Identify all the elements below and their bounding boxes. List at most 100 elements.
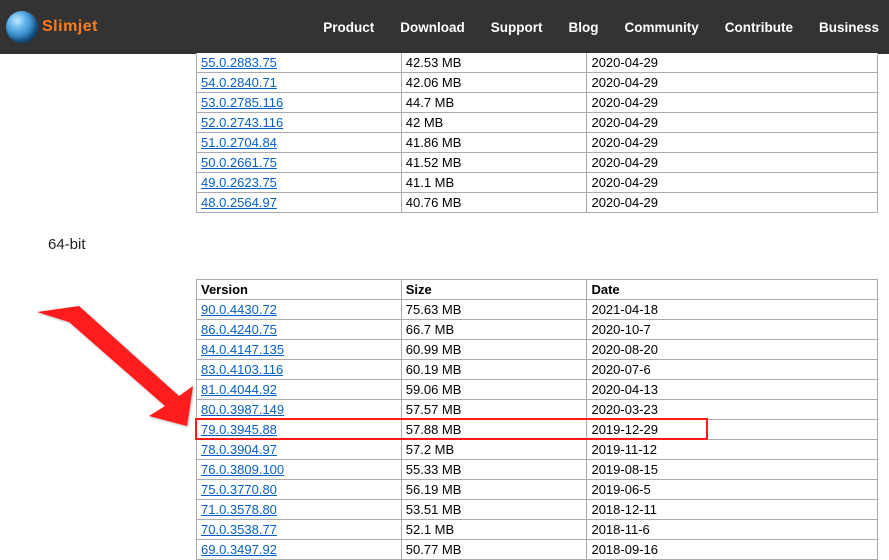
table-row: 54.0.2840.7142.06 MB2020-04-29: [197, 73, 878, 93]
nav-community[interactable]: Community: [624, 20, 698, 35]
cell-size: 57.57 MB: [401, 400, 587, 420]
table-row: 84.0.4147.135 60.99 MB2020-08-20: [197, 340, 878, 360]
cell-size: 55.33 MB: [401, 460, 587, 480]
cell-version: 78.0.3904.97: [197, 440, 402, 460]
table-row: 53.0.2785.116 44.7 MB2020-04-29: [197, 93, 878, 113]
version-link[interactable]: 80.0.3987.149: [201, 402, 284, 417]
cell-version: 50.0.2661.75: [197, 153, 402, 173]
table-row: 69.0.3497.9250.77 MB2018-09-16: [197, 540, 878, 560]
table-row: 76.0.3809.10055.33 MB2019-08-15: [197, 460, 878, 480]
site-header: Slimjet Product Download Support Blog Co…: [0, 0, 889, 54]
cell-date: 2020-03-23: [587, 400, 878, 420]
cell-size: 42.06 MB: [401, 73, 587, 93]
cell-size: 75.63 MB: [401, 300, 587, 320]
cell-size: 66.7 MB: [401, 320, 587, 340]
version-link[interactable]: 48.0.2564.97: [201, 195, 277, 210]
cell-version: 54.0.2840.71: [197, 73, 402, 93]
arrow-icon: [29, 304, 199, 434]
table-row: 81.0.4044.92 59.06 MB2020-04-13: [197, 380, 878, 400]
brand-name: Slimjet: [42, 18, 98, 36]
version-link[interactable]: 52.0.2743.116: [201, 115, 283, 130]
cell-version: 55.0.2883.75: [197, 53, 402, 73]
cell-version: 86.0.4240.75: [197, 320, 402, 340]
cell-size: 57.2 MB: [401, 440, 587, 460]
cell-date: 2018-12-11: [587, 500, 878, 520]
cell-size: 57.88 MB: [401, 420, 587, 440]
version-link[interactable]: 55.0.2883.75: [201, 55, 277, 70]
table-row: 49.0.2623.7541.1 MB2020-04-29: [197, 173, 878, 193]
col-version: Version: [197, 280, 402, 300]
cell-size: 40.76 MB: [401, 193, 587, 213]
cell-date: 2020-04-29: [587, 53, 878, 73]
version-link[interactable]: 53.0.2785.116: [201, 95, 283, 110]
cell-version: 70.0.3538.77: [197, 520, 402, 540]
version-link[interactable]: 90.0.4430.72: [201, 302, 277, 317]
cell-size: 41.86 MB: [401, 133, 587, 153]
cell-date: 2019-12-29: [587, 420, 878, 440]
cell-date: 2020-04-29: [587, 133, 878, 153]
table-row: 79.0.3945.88 57.88 MB2019-12-29: [197, 420, 878, 440]
cell-size: 50.77 MB: [401, 540, 587, 560]
cell-date: 2020-04-29: [587, 153, 878, 173]
downloads-table-64bit: Version Size Date 90.0.4430.7275.63 MB20…: [196, 279, 878, 560]
cell-date: 2019-11-12: [587, 440, 878, 460]
cell-version: 51.0.2704.84: [197, 133, 402, 153]
version-link[interactable]: 75.0.3770.80: [201, 482, 277, 497]
nav-blog[interactable]: Blog: [568, 20, 598, 35]
cell-date: 2020-04-29: [587, 173, 878, 193]
version-link[interactable]: 84.0.4147.135: [201, 342, 284, 357]
cell-date: 2021-04-18: [587, 300, 878, 320]
version-link[interactable]: 79.0.3945.88: [201, 422, 277, 437]
cell-size: 41.52 MB: [401, 153, 587, 173]
cell-date: 2020-07-6: [587, 360, 878, 380]
section-heading-64bit: 64-bit: [48, 236, 86, 253]
cell-date: 2020-04-29: [587, 113, 878, 133]
version-link[interactable]: 69.0.3497.92: [201, 542, 277, 557]
cell-size: 59.06 MB: [401, 380, 587, 400]
cell-size: 44.7 MB: [401, 93, 587, 113]
cell-version: 48.0.2564.97: [197, 193, 402, 213]
cell-version: 53.0.2785.116: [197, 93, 402, 113]
cell-version: 49.0.2623.75: [197, 173, 402, 193]
version-link[interactable]: 54.0.2840.71: [201, 75, 277, 90]
table-row: 80.0.3987.149 57.57 MB2020-03-23: [197, 400, 878, 420]
version-link[interactable]: 81.0.4044.92: [201, 382, 277, 397]
table-row: 70.0.3538.7752.1 MB2018-11-6: [197, 520, 878, 540]
version-link[interactable]: 70.0.3538.77: [201, 522, 277, 537]
cell-version: 69.0.3497.92: [197, 540, 402, 560]
content-area: 55.0.2883.7542.53 MB2020-04-2954.0.2840.…: [0, 53, 889, 560]
cell-date: 2020-04-29: [587, 93, 878, 113]
downloads-table-32bit: 55.0.2883.7542.53 MB2020-04-2954.0.2840.…: [196, 53, 878, 213]
version-link[interactable]: 86.0.4240.75: [201, 322, 277, 337]
cell-size: 53.51 MB: [401, 500, 587, 520]
table-row: 52.0.2743.11642 MB2020-04-29: [197, 113, 878, 133]
version-link[interactable]: 78.0.3904.97: [201, 442, 277, 457]
version-link[interactable]: 51.0.2704.84: [201, 135, 277, 150]
version-link[interactable]: 83.0.4103.116: [201, 362, 283, 377]
nav-contribute[interactable]: Contribute: [725, 20, 793, 35]
table-row: 51.0.2704.84 41.86 MB2020-04-29: [197, 133, 878, 153]
cell-version: 75.0.3770.80: [197, 480, 402, 500]
version-link[interactable]: 49.0.2623.75: [201, 175, 277, 190]
nav-product[interactable]: Product: [323, 20, 374, 35]
cell-date: 2020-08-20: [587, 340, 878, 360]
table-row: 86.0.4240.7566.7 MB2020-10-7: [197, 320, 878, 340]
cell-version: 83.0.4103.116: [197, 360, 402, 380]
cell-size: 60.99 MB: [401, 340, 587, 360]
nav-download[interactable]: Download: [400, 20, 465, 35]
globe-icon: [6, 11, 38, 43]
top-nav: Product Download Support Blog Community …: [323, 20, 879, 35]
nav-support[interactable]: Support: [491, 20, 543, 35]
cell-date: 2020-04-13: [587, 380, 878, 400]
table-row: 71.0.3578.80 53.51 MB2018-12-11: [197, 500, 878, 520]
version-link[interactable]: 50.0.2661.75: [201, 155, 277, 170]
brand-logo[interactable]: Slimjet: [6, 11, 98, 43]
table-row: 78.0.3904.97 57.2 MB2019-11-12: [197, 440, 878, 460]
cell-size: 60.19 MB: [401, 360, 587, 380]
version-link[interactable]: 71.0.3578.80: [201, 502, 277, 517]
nav-business[interactable]: Business: [819, 20, 879, 35]
version-link[interactable]: 76.0.3809.100: [201, 462, 284, 477]
table-header-row: Version Size Date: [197, 280, 878, 300]
table-row: 83.0.4103.116 60.19 MB2020-07-6: [197, 360, 878, 380]
cell-version: 81.0.4044.92: [197, 380, 402, 400]
